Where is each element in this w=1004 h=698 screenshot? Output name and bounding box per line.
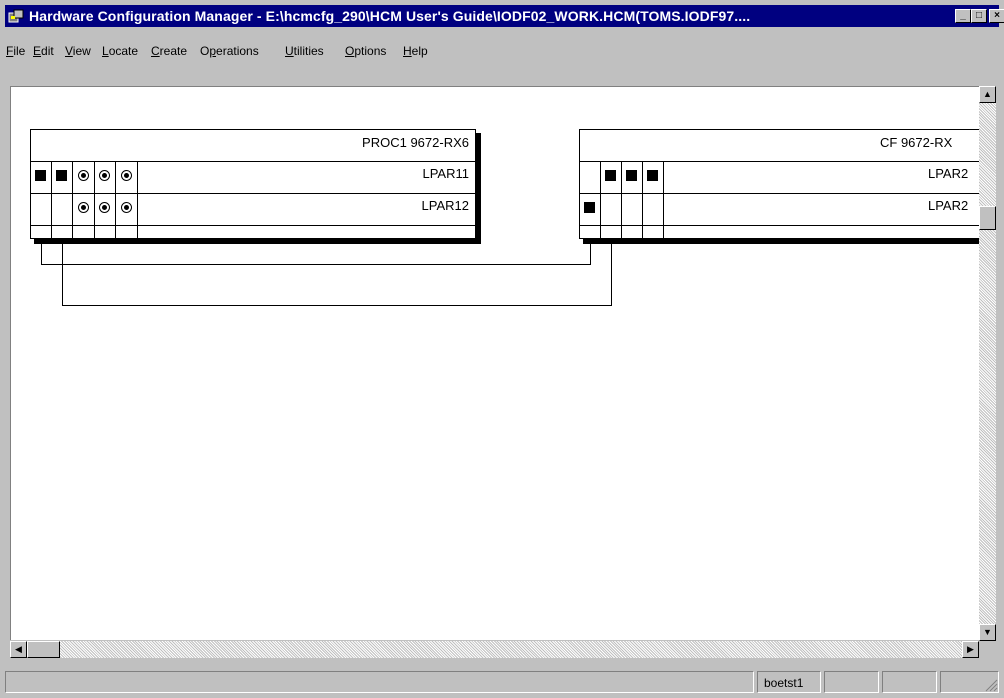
divider bbox=[580, 225, 979, 226]
menu-file[interactable]: File bbox=[6, 44, 25, 58]
column-separator bbox=[642, 161, 643, 238]
chpid-square-icon[interactable] bbox=[647, 170, 658, 181]
close-button[interactable]: × bbox=[989, 9, 1004, 23]
chpid-square-icon[interactable] bbox=[35, 170, 46, 181]
vertical-scrollbar[interactable]: ▲ ▼ bbox=[979, 86, 996, 641]
maximize-button[interactable]: □ bbox=[971, 9, 987, 23]
column-separator bbox=[94, 161, 95, 238]
arrow-up-icon: ▲ bbox=[983, 89, 992, 99]
arrow-right-icon: ▶ bbox=[967, 644, 974, 654]
processor-title: CF 9672-RX bbox=[880, 135, 953, 150]
chpid-square-icon[interactable] bbox=[56, 170, 67, 181]
connection-line bbox=[62, 305, 612, 306]
chpid-radio-icon[interactable] bbox=[78, 202, 89, 213]
status-panel bbox=[824, 671, 879, 693]
chpid-radio-icon[interactable] bbox=[121, 202, 132, 213]
vertical-scroll-thumb[interactable] bbox=[979, 206, 996, 230]
chpid-radio-icon[interactable] bbox=[99, 202, 110, 213]
scroll-down-button[interactable]: ▼ bbox=[979, 624, 996, 641]
chpid-square-icon[interactable] bbox=[605, 170, 616, 181]
column-separator bbox=[51, 161, 52, 238]
connection-line bbox=[62, 239, 63, 306]
menu-view[interactable]: View bbox=[65, 44, 91, 58]
arrow-left-icon: ◀ bbox=[15, 644, 22, 654]
minimize-button[interactable]: _ bbox=[955, 9, 971, 23]
divider bbox=[31, 193, 475, 194]
scroll-corner bbox=[979, 641, 996, 658]
menu-options[interactable]: Options bbox=[345, 44, 386, 58]
scroll-left-button[interactable]: ◀ bbox=[10, 641, 27, 658]
processor-box-proc1[interactable]: PROC1 9672-RX6 LPAR11 LPAR12 bbox=[30, 129, 476, 239]
menu-create[interactable]: Create bbox=[151, 44, 187, 58]
arrow-down-icon: ▼ bbox=[983, 627, 992, 637]
chpid-radio-icon[interactable] bbox=[121, 170, 132, 181]
horizontal-scrollbar[interactable]: ◀ ▶ bbox=[10, 641, 979, 658]
status-panel bbox=[882, 671, 937, 693]
divider bbox=[580, 193, 979, 194]
partition-label: LPAR12 bbox=[421, 198, 469, 213]
column-separator bbox=[137, 161, 138, 238]
close-icon: × bbox=[994, 10, 1000, 21]
processor-title: PROC1 9672-RX6 bbox=[362, 135, 469, 150]
chpid-radio-icon[interactable] bbox=[99, 170, 110, 181]
partition-label: LPAR2 bbox=[928, 166, 969, 181]
divider bbox=[31, 161, 475, 162]
divider bbox=[31, 225, 475, 226]
resize-grip-icon[interactable] bbox=[985, 679, 998, 692]
configuration-canvas[interactable]: PROC1 9672-RX6 LPAR11 LPAR12 CF 9672-RX … bbox=[10, 86, 979, 640]
menu-utilities[interactable]: Utilities bbox=[285, 44, 324, 58]
chpid-square-icon[interactable] bbox=[584, 202, 595, 213]
column-separator bbox=[621, 161, 622, 238]
menu-bar: File Edit View Locate Create Operations … bbox=[5, 42, 999, 62]
hcm-app-icon[interactable] bbox=[8, 8, 24, 24]
application-window: Hardware Configuration Manager - E:\hcmc… bbox=[0, 0, 1004, 698]
chpid-radio-icon[interactable] bbox=[78, 170, 89, 181]
status-panel-user: boetst1 bbox=[757, 671, 821, 693]
window-title: Hardware Configuration Manager - E:\hcmc… bbox=[29, 8, 751, 24]
column-separator bbox=[72, 161, 73, 238]
minimize-icon: _ bbox=[960, 10, 966, 21]
processor-box-cf[interactable]: CF 9672-RX LPAR2 LPAR2 bbox=[579, 129, 979, 239]
menu-locate[interactable]: Locate bbox=[102, 44, 138, 58]
scroll-right-button[interactable]: ▶ bbox=[962, 641, 979, 658]
horizontal-scroll-thumb[interactable] bbox=[27, 641, 60, 658]
toolbar-area bbox=[5, 66, 999, 80]
processor-clip: CF 9672-RX LPAR2 LPAR2 bbox=[579, 129, 979, 249]
divider bbox=[580, 161, 979, 162]
column-separator bbox=[115, 161, 116, 238]
partition-label: LPAR2 bbox=[928, 198, 969, 213]
menu-help[interactable]: Help bbox=[403, 44, 428, 58]
maximize-icon: □ bbox=[975, 10, 983, 21]
scroll-up-button[interactable]: ▲ bbox=[979, 86, 996, 103]
connection-line bbox=[611, 239, 612, 306]
partition-label: LPAR11 bbox=[422, 166, 470, 181]
menu-edit[interactable]: Edit bbox=[33, 44, 54, 58]
menu-operations[interactable]: Operations bbox=[200, 44, 259, 58]
status-bar: boetst1 bbox=[5, 671, 999, 693]
chpid-square-icon[interactable] bbox=[626, 170, 637, 181]
column-separator bbox=[663, 161, 664, 238]
status-panel-message bbox=[5, 671, 754, 693]
title-bar[interactable]: Hardware Configuration Manager - E:\hcmc… bbox=[5, 5, 1004, 27]
column-separator bbox=[600, 161, 601, 238]
connection-line bbox=[41, 264, 591, 265]
